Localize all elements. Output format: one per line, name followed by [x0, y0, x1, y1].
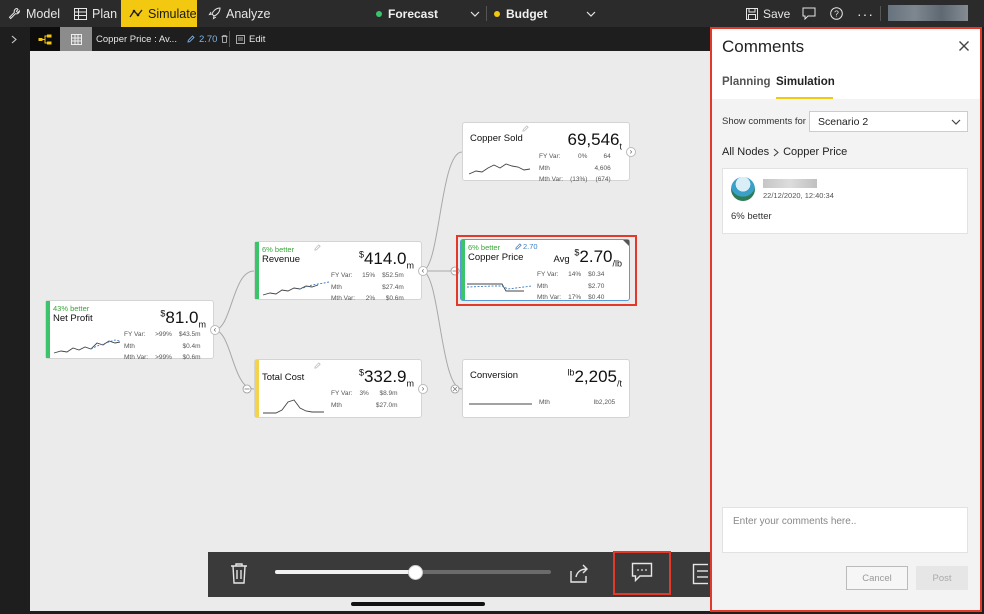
- node-conversion[interactable]: Conversion lb2,205/t Mth lb2,205: [462, 359, 630, 418]
- pencil-icon[interactable]: [314, 362, 321, 371]
- more-button[interactable]: ···: [857, 0, 874, 27]
- node-stats-table: Mth lb2,205: [539, 399, 616, 406]
- comment-timestamp: 22/12/2020, 12:40:34: [763, 191, 834, 200]
- node-name: Copper Sold: [470, 133, 523, 144]
- node-sparkline: [53, 339, 121, 354]
- share-icon: [568, 564, 590, 588]
- list-icon: [692, 563, 708, 585]
- chevron-right-icon: [773, 148, 779, 157]
- more-icon: ···: [857, 5, 874, 22]
- comment-input[interactable]: Enter your comments here..: [722, 507, 968, 553]
- scenario-value: Scenario 2: [818, 115, 869, 128]
- node-name: Total Cost: [262, 372, 305, 383]
- show-comments-label: Show comments for: [722, 116, 806, 127]
- node-value: 69,546t: [567, 130, 622, 152]
- node-copper-sold[interactable]: Copper Sold 69,546t FY Var: 0% 64 Mth 4,606…: [462, 122, 630, 183]
- comment-author-blurred: [763, 179, 817, 188]
- comment-toolbar-button[interactable]: [802, 0, 816, 27]
- node-status-bar: [255, 242, 259, 299]
- node-sparkline: [469, 403, 532, 405]
- home-indicator: [351, 602, 485, 606]
- scenario-select[interactable]: Scenario 2: [809, 111, 968, 132]
- share-button[interactable]: [568, 562, 590, 589]
- post-button[interactable]: Post: [916, 566, 968, 590]
- corner-marker: [623, 240, 629, 246]
- node-revenue[interactable]: 6% better Revenue $414.0m FY Var: 15% $52.…: [254, 241, 422, 302]
- delete-button[interactable]: [229, 562, 249, 589]
- node-sparkline: [263, 399, 324, 414]
- node-tag: 6% better: [468, 243, 501, 252]
- active-tab-indicator: [776, 97, 833, 99]
- node-stats-table: FY Var: 15% $52.5m Mth $27.4m Mth Var: 2% $0.…: [331, 272, 404, 302]
- comments-button[interactable]: [631, 562, 653, 587]
- node-sparkline: [262, 281, 330, 296]
- expand-children-button[interactable]: ›: [418, 384, 428, 394]
- save-label: Save: [763, 6, 791, 21]
- save-icon: [746, 7, 758, 20]
- comment-icon: [631, 562, 653, 586]
- close-icon: [958, 39, 970, 56]
- collapse-children-button[interactable]: ‹: [418, 266, 428, 276]
- cancel-button[interactable]: Cancel: [846, 566, 908, 590]
- scenario-slider-thumb[interactable]: [408, 565, 423, 580]
- divider: [880, 6, 881, 21]
- node-status-bar: [46, 301, 50, 358]
- edited-value-badge[interactable]: 2.70: [515, 242, 538, 251]
- tab-planning[interactable]: Planning: [722, 76, 771, 88]
- trash-icon: [229, 563, 249, 588]
- breadcrumb: All Nodes Copper Price: [722, 146, 847, 158]
- node-stats-table: FY Var: 14% $0.34 Mth $2.70 Mth Var: 17% $0.4…: [537, 271, 605, 301]
- close-button[interactable]: [958, 39, 970, 57]
- node-name: Net Profit: [53, 313, 93, 324]
- node-name: Copper Price: [468, 252, 524, 263]
- node-tag: 6% better: [262, 245, 295, 254]
- svg-text:?: ?: [834, 9, 839, 19]
- pencil-icon[interactable]: [522, 125, 529, 134]
- pencil-icon: [515, 243, 522, 250]
- node-value: Avg $2.70/lb: [553, 247, 622, 269]
- comment-card: 22/12/2020, 12:40:34 6% better: [722, 168, 968, 234]
- node-value: lb2,205/t: [567, 367, 622, 389]
- chevron-down-icon: [951, 119, 961, 125]
- comment-text: 6% better: [731, 211, 772, 222]
- node-total-cost[interactable]: Total Cost $332.9m FY Var: 3% $8.9m Mth $27…: [254, 359, 422, 418]
- node-value: $332.9m: [358, 367, 414, 389]
- help-button[interactable]: ?: [830, 0, 843, 27]
- comment-icon: [802, 7, 816, 20]
- user-avatar-blurred[interactable]: [888, 5, 968, 21]
- comments-title: Comments: [722, 37, 805, 56]
- scenario-slider-fill: [275, 570, 415, 574]
- node-stats-table: FY Var: 0% 64 Mth 4,606 Mth Var: (13%) (674): [539, 153, 611, 183]
- breadcrumb-root[interactable]: All Nodes: [722, 146, 769, 158]
- node-status-bar: [255, 360, 259, 417]
- comments-panel: Comments Planning Simulation Show commen…: [710, 27, 982, 612]
- node-sparkline: [466, 283, 533, 292]
- node-name: Revenue: [262, 254, 301, 265]
- save-button[interactable]: Save: [746, 0, 790, 27]
- node-copper-price[interactable]: 6% better 2.70 Copper Price Avg $2.70/lb…: [460, 239, 630, 301]
- node-value: $81.0m: [160, 308, 206, 330]
- node-tag: 43% better: [53, 304, 90, 313]
- breadcrumb-current: Copper Price: [783, 146, 848, 158]
- avatar: [731, 177, 755, 201]
- node-stats-table: FY Var: >99% $43.5m Mth $0.4m Mth Var: >99% $…: [124, 331, 201, 361]
- node-net-profit[interactable]: 43% better Net Profit $81.0m FY Var: >99%…: [45, 300, 214, 361]
- node-status-bar: [461, 240, 465, 300]
- edited-value: 2.70: [523, 242, 538, 251]
- help-icon: ?: [830, 7, 843, 20]
- details-button[interactable]: [692, 563, 708, 585]
- node-sparkline: [468, 163, 531, 175]
- expand-children-button[interactable]: ›: [626, 147, 636, 157]
- tab-simulation[interactable]: Simulation: [776, 76, 835, 88]
- pencil-icon[interactable]: [314, 244, 321, 253]
- node-name: Conversion: [470, 370, 519, 381]
- collapse-children-button[interactable]: ‹: [210, 325, 220, 335]
- comment-input-placeholder: Enter your comments here..: [733, 516, 857, 527]
- node-stats-table: FY Var: 3% $8.9m Mth $27.0m: [331, 390, 398, 409]
- node-value: $414.0m: [358, 249, 414, 271]
